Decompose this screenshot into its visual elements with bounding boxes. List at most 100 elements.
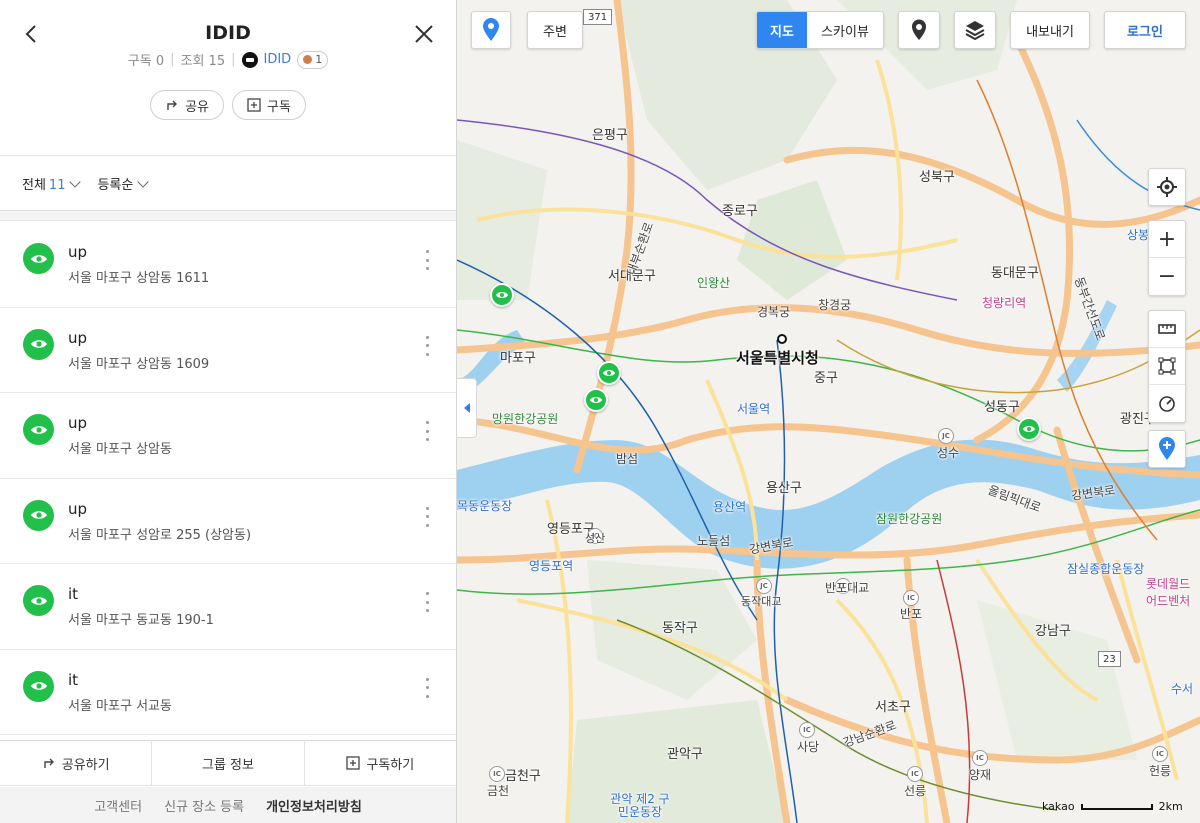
folder-meta: 구독 0 | 조회 15 | IDID 1 <box>0 50 456 69</box>
share-button[interactable]: 공유 <box>150 90 224 120</box>
radius-tool-button[interactable] <box>1149 385 1185 422</box>
more-options-icon[interactable] <box>426 506 430 527</box>
more-options-icon[interactable] <box>426 335 430 356</box>
group-info-button[interactable]: 그룹 정보 <box>152 741 305 785</box>
map-label-station: 수서 <box>1171 682 1194 696</box>
login-button[interactable]: 로그인 <box>1104 11 1186 49</box>
eye-icon <box>23 328 54 360</box>
map-label-district: 종로구 <box>722 204 758 219</box>
map-label-landmark: 창경궁 <box>818 298 852 312</box>
compass-icon <box>1159 395 1175 412</box>
map-label-station: 청량리역 <box>982 296 1027 310</box>
close-button[interactable] <box>412 22 436 46</box>
place-list-item[interactable]: up 서울 마포구 상암동 1611 <box>0 222 456 308</box>
register-place-link[interactable]: 신규 장소 등록 <box>164 796 244 815</box>
map-label-junction: 선릉 <box>904 784 927 798</box>
export-label: 내보내기 <box>1026 24 1074 40</box>
map-base-layer <box>457 0 1200 823</box>
place-list-item[interactable]: up 서울 마포구 상암동 1609 <box>0 308 456 393</box>
more-options-icon[interactable] <box>426 421 430 441</box>
zoom-in-button[interactable]: + <box>1149 221 1185 258</box>
footer-links: 고객센터 신규 장소 등록 개인정보처리방침 <box>0 787 456 823</box>
ruler-icon <box>1158 324 1176 334</box>
place-marker[interactable] <box>597 361 621 385</box>
map-view-tab[interactable]: 지도 <box>757 12 807 48</box>
export-button[interactable]: 내보내기 <box>1010 11 1090 49</box>
filter-bar: 전체 11 등록순 <box>0 156 456 211</box>
divider <box>0 211 456 221</box>
pin-plus-icon <box>1159 437 1175 460</box>
map-label-junction: 사당 <box>797 740 820 754</box>
place-name: it <box>68 585 79 603</box>
map-type-toggle: 지도 스카이뷰 <box>756 11 884 49</box>
privacy-policy-link[interactable]: 개인정보처리방침 <box>266 796 362 815</box>
map-label-district: 성동구 <box>984 400 1020 415</box>
folder-header: IDID 구독 0 | 조회 15 | IDID 1 공유 구독 <box>0 0 456 156</box>
nearby-button[interactable]: 주변 <box>527 11 583 49</box>
map-label-park: 잠원한강공원 <box>876 512 943 526</box>
place-list-item[interactable]: up 서울 마포구 상암동 <box>0 393 456 479</box>
nearby-label: 주변 <box>543 24 567 40</box>
owner-name-link[interactable]: IDID <box>264 52 292 67</box>
eye-icon <box>590 397 602 403</box>
add-place-button[interactable] <box>1148 430 1186 468</box>
map-label-landmark: 경복궁 <box>757 305 791 319</box>
collapse-panel-button[interactable] <box>457 378 477 438</box>
map-label-park: 망원한강공원 <box>492 412 559 426</box>
support-link[interactable]: 고객센터 <box>94 796 142 815</box>
share-label: 공유 <box>185 99 209 115</box>
map-label-district: 서초구 <box>875 700 911 715</box>
place-marker[interactable] <box>490 283 514 307</box>
junction-icon: IC <box>489 766 505 782</box>
map-canvas[interactable]: 은평구 성북구 종로구 서대문구 인왕산 경복궁 창경궁 동대문구 청량리역 마… <box>457 0 1200 823</box>
more-options-icon[interactable] <box>426 250 430 270</box>
distance-tool-button[interactable] <box>1149 311 1185 348</box>
map-label-junction: 성산 <box>585 532 606 545</box>
place-marker[interactable] <box>584 388 608 412</box>
level-badge: 1 <box>297 50 329 69</box>
map-label-district: 은평구 <box>592 128 628 143</box>
place-address: 서울 마포구 상암동 1611 <box>68 271 210 286</box>
map-label-district: 관악구 <box>667 747 703 762</box>
map-label-landmark: 목동운동장 <box>457 499 513 513</box>
more-options-icon[interactable] <box>426 677 430 698</box>
area-tool-button[interactable] <box>1149 348 1185 385</box>
divider: | <box>231 52 236 67</box>
map-label-station: 서울역 <box>737 402 771 416</box>
skyview-tab[interactable]: 스카이뷰 <box>807 12 883 48</box>
subscribe-folder-button[interactable]: 구독하기 <box>305 741 456 785</box>
map-label-junction: 헌릉 <box>1149 764 1172 778</box>
share-folder-button[interactable]: 공유하기 <box>0 741 153 785</box>
place-list-item[interactable]: up 서울 마포구 성암로 255 (상암동) <box>0 479 456 564</box>
map-label-cityhall: 서울특별시청 <box>736 349 819 367</box>
subscribe-folder-label: 구독하기 <box>366 757 415 773</box>
more-options-icon[interactable] <box>426 592 430 612</box>
eye-icon <box>603 370 615 376</box>
layers-button[interactable] <box>954 11 996 49</box>
place-list-item[interactable]: it 서울 마포구 동교동 190-1 <box>0 564 456 650</box>
map-label-district: 금천구 <box>505 769 541 784</box>
share-folder-label: 공유하기 <box>61 757 110 773</box>
junction-icon: IC <box>1152 746 1168 762</box>
eye-icon <box>23 414 54 445</box>
crosshair-icon <box>1157 177 1177 197</box>
current-location-button[interactable] <box>1148 168 1186 206</box>
zoom-out-button[interactable]: − <box>1149 258 1185 295</box>
place-list-item[interactable]: it 서울 마포구 서교동 <box>0 650 456 735</box>
roadview-button[interactable] <box>471 11 511 49</box>
street-view-button[interactable] <box>898 11 940 49</box>
sort-dropdown[interactable]: 등록순 <box>97 174 150 193</box>
location-pin-icon <box>912 19 926 40</box>
subscribe-button[interactable]: 구독 <box>232 90 306 120</box>
map-pin-icon <box>483 18 499 41</box>
owner-avatar-icon <box>241 51 258 68</box>
triangle-left-icon <box>463 403 470 413</box>
map-label-junction: 금천 <box>487 784 510 798</box>
place-name: up <box>68 243 88 261</box>
category-filter-dropdown[interactable]: 전체 11 <box>22 174 82 193</box>
map-label-district: 동대문구 <box>991 266 1039 281</box>
place-name: up <box>68 328 88 347</box>
junction-icon: IC <box>903 590 919 606</box>
folder-panel: IDID 구독 0 | 조회 15 | IDID 1 공유 구독 전체 11 등… <box>0 0 457 823</box>
place-marker[interactable] <box>1017 417 1041 441</box>
